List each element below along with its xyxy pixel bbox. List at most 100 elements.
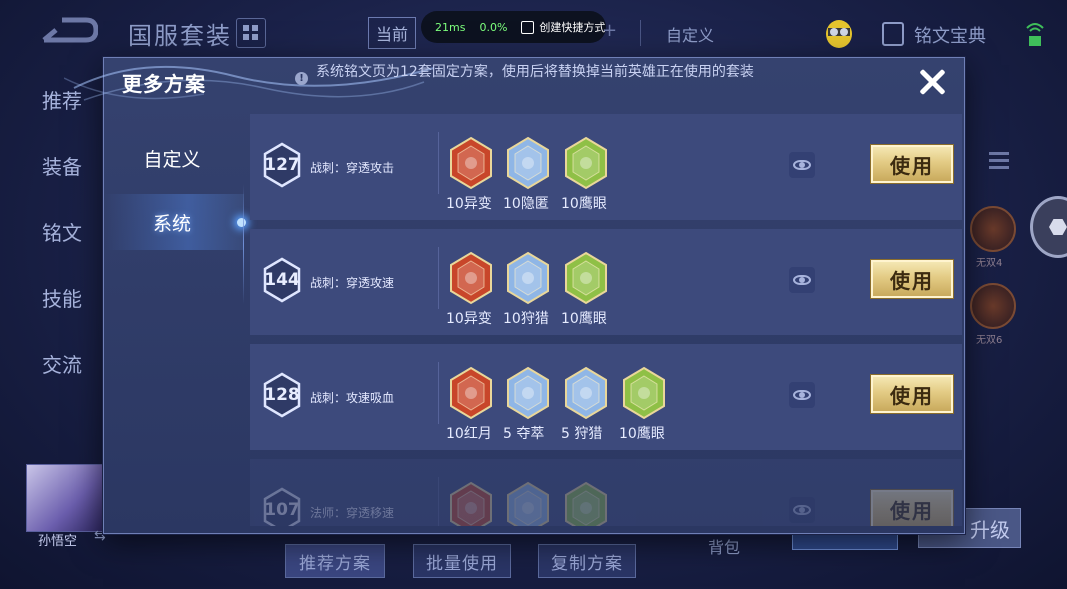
nav-item-runes[interactable]: 铭文 — [42, 217, 82, 283]
row-divider — [438, 477, 439, 526]
hongyue-rune-icon[interactable] — [448, 366, 494, 420]
list-icon[interactable] — [984, 146, 1014, 176]
bag-button[interactable]: 背包 — [708, 534, 740, 558]
tab-custom[interactable]: 自定义 — [666, 22, 714, 46]
scheme-number-badge: 144 — [262, 257, 302, 303]
hero-name: 孙悟空 — [38, 534, 78, 549]
yinni-rune-icon[interactable] — [505, 136, 551, 190]
preview-eye-icon[interactable] — [789, 382, 815, 408]
latency-text: 21ms — [435, 20, 466, 34]
rune-label: 10异变 — [446, 311, 492, 327]
preview-eye-icon[interactable] — [789, 267, 815, 293]
tab-divider — [243, 184, 244, 304]
nav-item-equipment[interactable]: 装备 — [42, 151, 82, 217]
dialog-title: 更多方案 — [122, 72, 206, 96]
divider — [640, 20, 641, 46]
rune-label: 5 夺萃 — [503, 426, 545, 442]
scheme-row: 144 战刺：穿透攻速 10异变 10狩猎 10鹰眼 使用 — [250, 229, 962, 335]
preview-eye-icon[interactable] — [789, 152, 815, 178]
rune-slot-icon[interactable] — [970, 206, 1016, 252]
rune-label: 10鹰眼 — [561, 311, 607, 327]
yibian-rune-icon[interactable] — [448, 251, 494, 305]
scheme-number-badge: 128 — [262, 372, 302, 418]
yibian-rune-icon[interactable] — [448, 136, 494, 190]
scheme-name: 法师：穿透移速 — [310, 506, 395, 520]
top-bar: 国服套装 当前 21ms 0.0% 创建快捷方式 + 自定义 铭文宝典 — [0, 0, 1067, 62]
copy-scheme-button[interactable]: 复制方案 — [538, 544, 636, 578]
scheme-list[interactable]: 127 战刺：穿透攻击 10异变 10隐匿 10鹰眼 使用 144 战刺：穿透攻速 10异变 10… — [250, 114, 962, 526]
scheme-number: 128 — [264, 385, 300, 405]
scheme-number-badge: 127 — [262, 142, 302, 188]
active-tab-indicator — [237, 218, 246, 227]
recommend-scheme-button[interactable]: 推荐方案 — [285, 544, 385, 578]
close-button[interactable] — [912, 64, 952, 100]
use-button[interactable]: 使用 — [871, 145, 953, 183]
wisp-decoration — [64, 65, 435, 101]
use-button[interactable]: 使用 — [871, 260, 953, 298]
rune-label: 10异变 — [446, 196, 492, 212]
dialog-tabs: 自定义 系统 — [104, 114, 246, 533]
yingyan-rune-icon[interactable] — [621, 366, 667, 420]
rune-label: 5 狩猎 — [561, 426, 603, 442]
create-shortcut-button[interactable]: 创建快捷方式 — [539, 19, 605, 35]
scheme-name: 战刺：攻速吸血 — [310, 391, 395, 405]
row-divider — [438, 132, 439, 194]
back-icon[interactable] — [40, 14, 98, 48]
tab-custom[interactable]: 自定义 — [104, 130, 244, 186]
scheme-number: 144 — [264, 270, 300, 290]
scheme-name: 战刺：穿透攻击 — [310, 161, 395, 175]
info-icon: ! — [295, 72, 308, 85]
hero-portrait[interactable] — [26, 464, 104, 532]
rune-label: 10鹰眼 — [619, 426, 665, 442]
preview-eye-icon[interactable] — [789, 497, 815, 523]
use-button[interactable]: 使用 — [871, 375, 953, 413]
rune-label: 10红月 — [446, 426, 492, 442]
tab-current[interactable]: 当前 — [368, 17, 416, 49]
loss-text: 0.0% — [479, 20, 508, 34]
left-nav: 推荐 装备 铭文 技能 交流 — [42, 85, 82, 415]
shortcut-icon — [521, 20, 535, 34]
nav-item-skills[interactable]: 技能 — [42, 283, 82, 349]
row-divider — [438, 362, 439, 424]
rune-label: 10狩猎 — [503, 311, 549, 327]
dialog-description: 系统铭文页为12套固定方案，使用后将替换掉当前英雄正在使用的套装 — [316, 64, 754, 80]
rune-slot-label: 无双4 — [976, 258, 1003, 269]
dialog-header: 更多方案 ! 系统铭文页为12套固定方案，使用后将替换掉当前英雄正在使用的套装 — [64, 58, 964, 114]
page-title: 国服套装 — [128, 22, 232, 50]
scheme-number-badge: 107 — [262, 487, 302, 526]
rune-slot-icon[interactable] — [970, 283, 1016, 329]
scheme-number: 127 — [264, 155, 300, 175]
plus-icon[interactable]: + — [602, 20, 617, 41]
yingyan-rune-icon[interactable] — [563, 136, 609, 190]
blue-rune-icon[interactable] — [505, 481, 551, 526]
rune-slot-label: 无双6 — [976, 335, 1003, 346]
codex-icon — [882, 22, 904, 46]
scheme-row: 107 法师：穿透移速 使用 — [250, 459, 962, 526]
mascot-icon[interactable] — [822, 14, 856, 50]
yingyan-rune-icon[interactable] — [563, 251, 609, 305]
shoulie-rune-icon[interactable] — [505, 251, 551, 305]
rune-label: 10隐匿 — [503, 196, 549, 212]
perf-overlay: 21ms 0.0% 创建快捷方式 — [421, 11, 606, 43]
scheme-row: 128 战刺：攻速吸血 10红月 5 夺萃 5 狩猎 10鹰眼 使用 — [250, 344, 962, 450]
rune-label: 10鹰眼 — [561, 196, 607, 212]
duocui-rune-icon[interactable] — [505, 366, 551, 420]
codex-button[interactable]: 铭文宝典 — [914, 22, 986, 48]
scheme-number: 107 — [264, 500, 300, 520]
nav-item-recommend[interactable]: 推荐 — [42, 85, 82, 151]
shoulie-rune-icon[interactable] — [563, 366, 609, 420]
scheme-name: 战刺：穿透攻速 — [310, 276, 395, 290]
equipped-runes: 无双4 无双6 — [970, 206, 1016, 360]
batch-use-button[interactable]: 批量使用 — [413, 544, 511, 578]
use-button[interactable]: 使用 — [871, 490, 953, 526]
grid-icon[interactable] — [236, 18, 266, 48]
green-rune-icon[interactable] — [563, 481, 609, 526]
scheme-row: 127 战刺：穿透攻击 10异变 10隐匿 10鹰眼 使用 — [250, 114, 962, 220]
wifi-icon — [1026, 23, 1044, 46]
red-rune-icon[interactable] — [448, 481, 494, 526]
nav-item-community[interactable]: 交流 — [42, 349, 82, 415]
floating-assistant-icon[interactable] — [1030, 196, 1067, 258]
row-divider — [438, 247, 439, 309]
tab-system[interactable]: 系统 — [104, 194, 244, 250]
more-schemes-dialog: 更多方案 ! 系统铭文页为12套固定方案，使用后将替换掉当前英雄正在使用的套装 … — [64, 57, 965, 534]
